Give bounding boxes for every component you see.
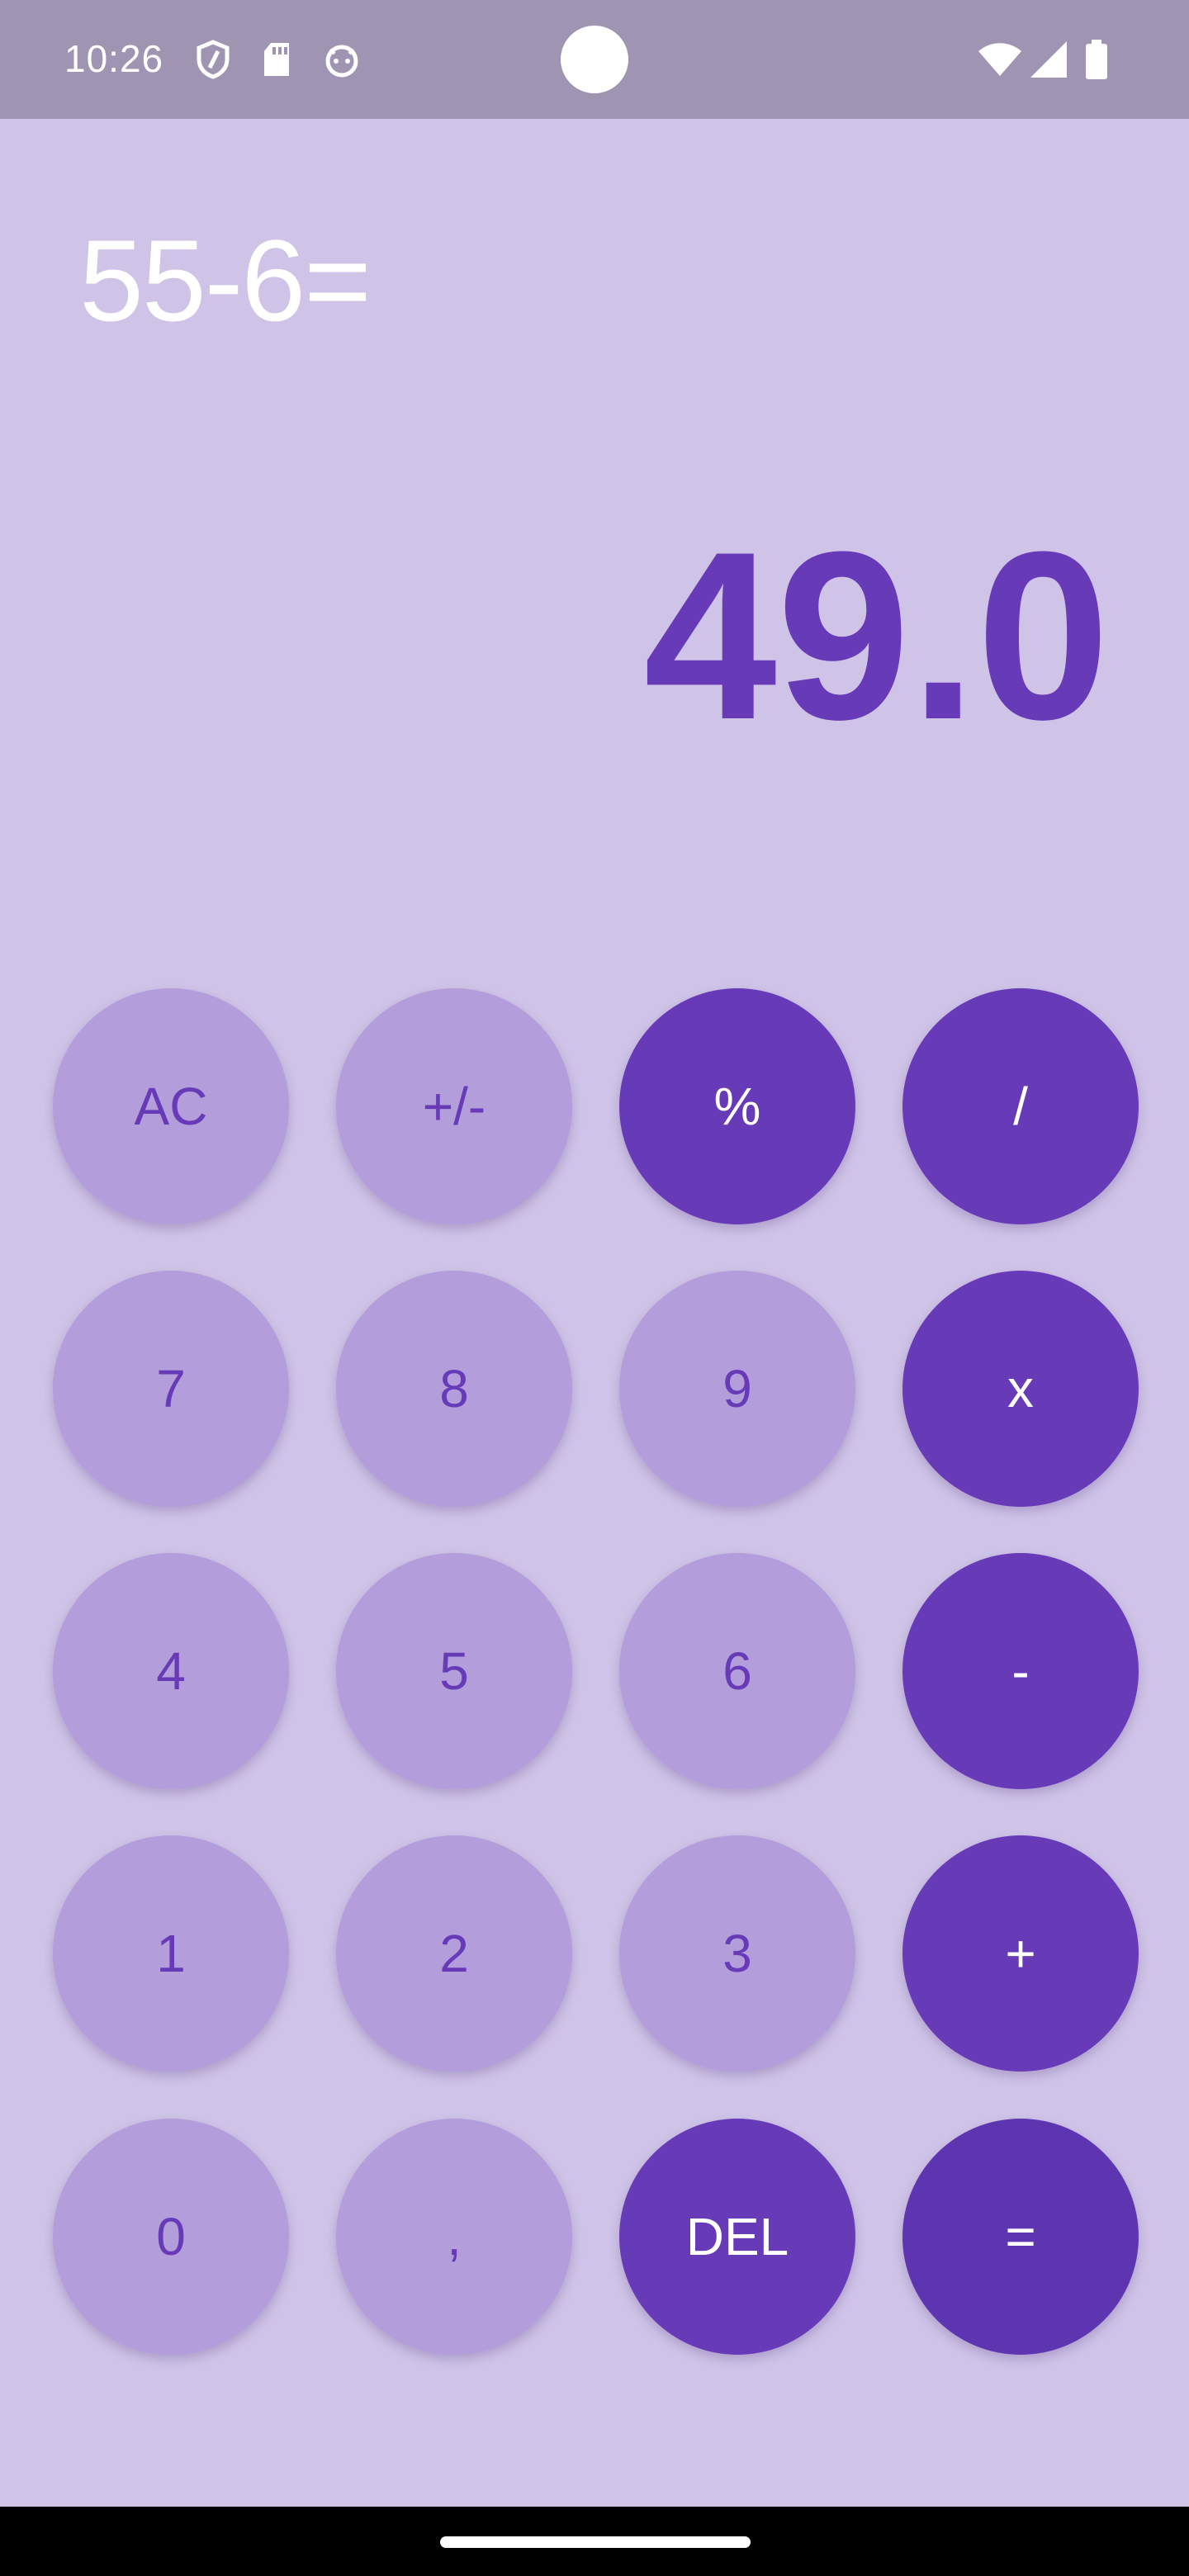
digit-2-button[interactable]: 2 <box>336 1835 572 2072</box>
home-handle[interactable] <box>440 2536 751 2548</box>
digit-7-button[interactable]: 7 <box>53 1271 289 1507</box>
digit-6-button[interactable]: 6 <box>619 1553 855 1789</box>
add-button[interactable]: + <box>902 1835 1139 2072</box>
digit-3-button[interactable]: 3 <box>619 1835 855 2072</box>
decimal-button[interactable]: , <box>336 2119 572 2355</box>
multiply-button[interactable]: x <box>902 1271 1139 1507</box>
sign-toggle-button[interactable]: +/- <box>336 988 572 1224</box>
digit-1-button[interactable]: 1 <box>53 1835 289 2072</box>
subtract-button[interactable]: - <box>902 1553 1139 1789</box>
keypad: AC +/-%/ 7 8 9 x 4 5 6- 1 2 3 +0, DEL = <box>0 0 1189 2576</box>
digit-5-button[interactable]: 5 <box>336 1553 572 1789</box>
clear-button[interactable]: AC <box>53 988 289 1224</box>
digit-9-button[interactable]: 9 <box>619 1271 855 1507</box>
digit-0-button[interactable]: 0 <box>53 2119 289 2355</box>
navigation-bar <box>0 2507 1189 2576</box>
digit-8-button[interactable]: 8 <box>336 1271 572 1507</box>
delete-button[interactable]: DEL <box>619 2119 855 2355</box>
percent-button[interactable]: % <box>619 988 855 1224</box>
equals-button[interactable]: = <box>902 2119 1139 2355</box>
divide-button[interactable]: / <box>902 988 1139 1224</box>
digit-4-button[interactable]: 4 <box>53 1553 289 1789</box>
